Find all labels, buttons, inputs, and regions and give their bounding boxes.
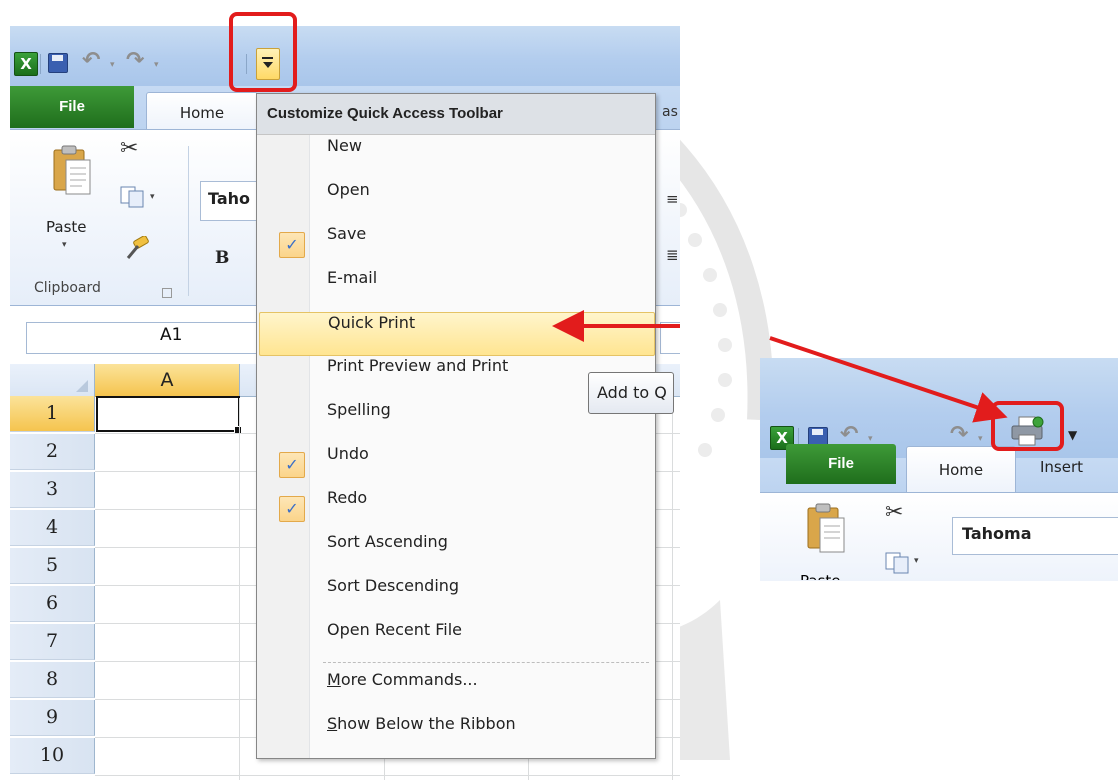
name-box[interactable] — [26, 322, 260, 354]
menu-item-e-mail[interactable]: E-mail — [259, 268, 653, 310]
paste-label[interactable]: Paste — [46, 218, 87, 236]
gridline-horizontal — [95, 775, 680, 776]
menu-item-label: Open Recent File — [327, 620, 462, 639]
redo-icon[interactable]: ↷ — [950, 422, 968, 447]
customize-qat-menu: Customize Quick Access Toolbar New Open ✓ S… — [256, 93, 656, 759]
menu-item-new[interactable]: New — [259, 136, 653, 178]
title-bar — [10, 26, 680, 86]
paste-dropdown-icon[interactable]: ▾ — [62, 240, 67, 250]
clipboard-group-label: Clipboard — [34, 280, 101, 296]
font-name-value: Tahoma — [962, 524, 1032, 543]
tab-file[interactable]: File — [786, 444, 896, 484]
menu-item-label: Quick Print — [328, 313, 416, 332]
undo-dropdown-icon[interactable]: ▾ — [110, 60, 115, 70]
undo-dropdown-icon[interactable]: ▾ — [868, 434, 873, 444]
row-header[interactable]: 8 — [10, 662, 95, 698]
menu-item-label: Sort Ascending — [327, 532, 448, 551]
customize-qat-icon[interactable]: ▼ — [1068, 428, 1077, 442]
annotation-box-customize-button — [229, 12, 297, 92]
checkmark-icon: ✓ — [279, 496, 305, 522]
menu-item-show-below-the-ribbon[interactable]: Show Below the Ribbon — [259, 714, 653, 756]
menu-item-undo[interactable]: ✓ Undo — [259, 444, 653, 486]
redo-dropdown-icon[interactable]: ▾ — [154, 60, 159, 70]
menu-item-redo[interactable]: ✓ Redo — [259, 488, 653, 530]
font-name-value: Taho — [208, 189, 251, 208]
menu-title: Customize Quick Access Toolbar — [257, 94, 655, 135]
row-header[interactable]: 3 — [10, 472, 95, 508]
menu-item-label: Sort Descending — [327, 576, 460, 595]
name-box-value: A1 — [160, 325, 183, 345]
menu-item-label: E-mail — [327, 268, 378, 287]
save-icon[interactable] — [48, 53, 68, 73]
menu-item-label: Print Preview and Print — [327, 356, 509, 375]
menu-item-quick-print[interactable]: Quick Print — [259, 312, 655, 356]
active-cell-a1[interactable] — [96, 396, 240, 432]
format-painter-icon[interactable] — [122, 236, 150, 260]
qat-separator — [40, 54, 41, 74]
menu-item-save[interactable]: ✓ Save — [259, 224, 653, 266]
checkmark-icon: ✓ — [279, 232, 305, 258]
paste-icon[interactable] — [52, 144, 92, 196]
menu-item-label: Redo — [327, 488, 368, 507]
row-header[interactable]: 7 — [10, 624, 95, 660]
menu-item-sort-descending[interactable]: Sort Descending — [259, 576, 653, 618]
row-header[interactable]: 5 — [10, 548, 95, 584]
row-header[interactable]: 4 — [10, 510, 95, 546]
checkmark-icon: ✓ — [279, 452, 305, 478]
column-header-a[interactable]: A — [95, 364, 240, 397]
menu-item-label: Save — [327, 224, 367, 243]
undo-icon[interactable]: ↶ — [82, 48, 100, 73]
group-divider — [188, 146, 189, 296]
excel-app-icon[interactable]: X — [14, 52, 38, 76]
menu-item-label: Show Below the Ribbon — [327, 714, 516, 733]
dialog-launcher-icon[interactable] — [162, 288, 172, 298]
menu-item-more-commands[interactable]: More Commands... — [259, 670, 653, 712]
annotation-box-quick-print — [991, 401, 1064, 451]
align-top-icon[interactable]: ≡ — [666, 190, 679, 208]
select-all-triangle-icon — [76, 380, 88, 392]
bold-button[interactable]: B — [215, 248, 229, 268]
row-header[interactable]: 9 — [10, 700, 95, 736]
menu-item-label: More Commands... — [327, 670, 478, 689]
tab-formulas-partial[interactable]: as — [662, 104, 678, 120]
align-left-icon[interactable]: ≣ — [666, 246, 679, 264]
row-header[interactable]: 10 — [10, 738, 95, 774]
copy-icon[interactable] — [885, 552, 911, 574]
paste-icon[interactable] — [806, 502, 846, 554]
row-header[interactable]: 6 — [10, 586, 95, 622]
paste-label-partial[interactable]: Paste — [800, 572, 840, 580]
add-to-qat-tooltip: Add to Q — [588, 372, 674, 414]
tab-file[interactable]: File — [10, 86, 134, 128]
tab-insert[interactable]: Insert — [1040, 458, 1083, 476]
row-header[interactable]: 1 — [10, 396, 95, 432]
gridline-vertical — [672, 398, 673, 780]
menu-item-label: Spelling — [327, 400, 391, 419]
tab-home[interactable]: Home — [906, 446, 1016, 493]
redo-icon[interactable]: ↷ — [126, 48, 144, 73]
scissors-icon[interactable]: ✂ — [885, 500, 903, 525]
menu-separator — [323, 662, 649, 663]
menu-item-label: New — [327, 136, 362, 155]
tab-home[interactable]: Home — [146, 92, 258, 131]
menu-item-open-recent-file[interactable]: Open Recent File — [259, 620, 653, 662]
scissors-icon[interactable]: ✂ — [120, 136, 138, 161]
menu-item-open[interactable]: Open — [259, 180, 653, 222]
menu-item-label: Undo — [327, 444, 369, 463]
redo-dropdown-icon[interactable]: ▾ — [978, 434, 983, 444]
copy-icon[interactable] — [120, 186, 146, 208]
formula-bar[interactable] — [660, 322, 680, 354]
menu-item-label: Open — [327, 180, 370, 199]
gridline-vertical — [239, 398, 240, 780]
row-header[interactable]: 2 — [10, 434, 95, 470]
copy-dropdown-icon[interactable]: ▾ — [150, 192, 155, 202]
menu-item-sort-ascending[interactable]: Sort Ascending — [259, 532, 653, 574]
copy-dropdown-icon[interactable]: ▾ — [914, 556, 919, 566]
